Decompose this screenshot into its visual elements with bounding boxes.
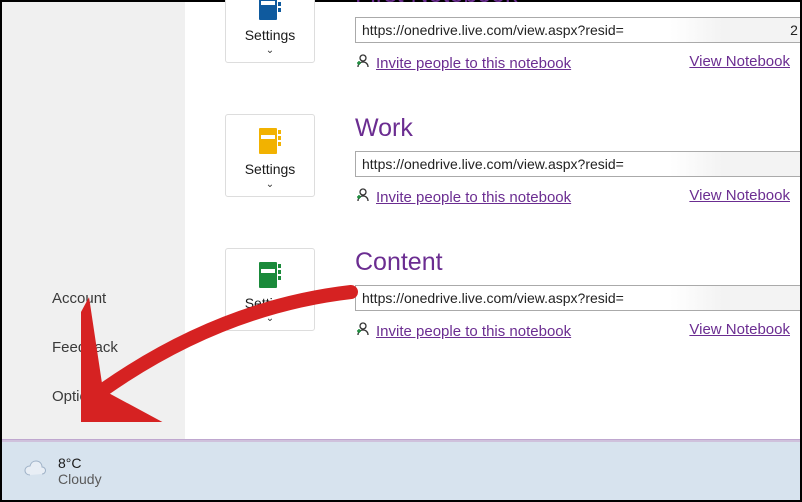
settings-tile-label: Settings xyxy=(245,161,296,177)
sidebar: Account Feedback Options xyxy=(2,2,185,439)
invite-link[interactable]: Invite people to this notebook xyxy=(376,189,571,206)
invite-link[interactable]: Invite people to this notebook xyxy=(376,323,571,340)
sidebar-item-account[interactable]: Account xyxy=(2,274,185,323)
view-notebook-link[interactable]: View Notebook xyxy=(689,321,790,342)
view-notebook-link[interactable]: View Notebook xyxy=(689,187,790,208)
notebook-row: Settings ⌄ Work https://onedrive.live.co… xyxy=(225,114,800,208)
sidebar-item-feedback[interactable]: Feedback xyxy=(2,323,185,372)
invite-link[interactable]: Invite people to this notebook xyxy=(376,55,571,72)
view-notebook-link[interactable]: View Notebook xyxy=(689,53,790,74)
settings-tile[interactable]: Settings ⌄ xyxy=(225,248,315,331)
settings-tile-label: Settings xyxy=(245,27,296,43)
notebook-icon xyxy=(257,125,283,157)
cloud-icon xyxy=(22,459,48,484)
notebook-row: Settings ⌄ Content https://onedrive.live… xyxy=(225,248,800,342)
notebook-title: Content xyxy=(355,248,800,277)
chevron-down-icon: ⌄ xyxy=(266,45,274,56)
weather-widget[interactable]: 8°C Cloudy xyxy=(58,455,102,487)
chevron-down-icon: ⌄ xyxy=(266,313,274,324)
url-input[interactable]: https://onedrive.live.com/view.aspx?resi… xyxy=(355,17,800,43)
chevron-down-icon: ⌄ xyxy=(266,179,274,190)
taskbar: 8°C Cloudy xyxy=(2,440,800,500)
url-text: https://onedrive.live.com/view.aspx?resi… xyxy=(362,290,624,306)
weather-condition: Cloudy xyxy=(58,471,102,487)
settings-tile[interactable]: Settings ⌄ xyxy=(225,0,315,63)
person-add-icon xyxy=(355,53,371,74)
notebook-icon xyxy=(257,0,283,23)
settings-tile[interactable]: Settings ⌄ xyxy=(225,114,315,197)
weather-temp: 8°C xyxy=(58,455,102,471)
notebook-title: First Notebook xyxy=(355,0,800,9)
notebook-row: Settings ⌄ First Notebook https://onedri… xyxy=(225,0,800,74)
url-input[interactable]: https://onedrive.live.com/view.aspx?resi… xyxy=(355,151,800,177)
main-content: Settings ⌄ First Notebook https://onedri… xyxy=(185,2,800,439)
person-add-icon xyxy=(355,321,371,342)
sidebar-item-options[interactable]: Options xyxy=(2,372,185,421)
url-text: https://onedrive.live.com/view.aspx?resi… xyxy=(362,22,624,38)
url-text: https://onedrive.live.com/view.aspx?resi… xyxy=(362,156,624,172)
url-input[interactable]: https://onedrive.live.com/view.aspx?resi… xyxy=(355,285,800,311)
settings-tile-label: Settings xyxy=(245,295,296,311)
person-add-icon xyxy=(355,187,371,208)
notebook-icon xyxy=(257,259,283,291)
notebook-title: Work xyxy=(355,114,800,143)
